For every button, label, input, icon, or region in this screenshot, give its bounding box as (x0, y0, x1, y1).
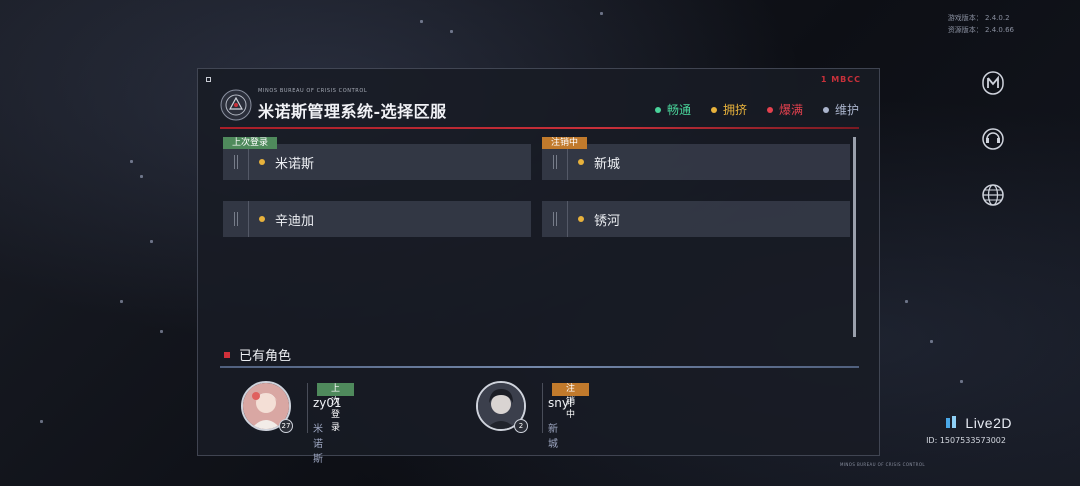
server-status-dot (578, 216, 584, 222)
legend-full: 爆满 (766, 101, 803, 118)
server-handle (223, 144, 249, 180)
page-title: 米诺斯管理系统-选择区服 (258, 102, 447, 121)
characters-section-title: 已有角色 (239, 349, 292, 364)
language-globe-icon[interactable] (978, 178, 1008, 212)
server-handle (542, 144, 568, 180)
last-login-badge: 上次登录 (223, 137, 278, 149)
announcement-icon[interactable] (978, 66, 1008, 100)
server-list-scrollbar[interactable] (853, 137, 856, 337)
resource-version-value: 2.4.0.66 (985, 26, 1014, 34)
character-server: 新城 (548, 424, 558, 450)
legend-smooth: 畅通 (654, 101, 691, 118)
live2d-label: Live2D (965, 415, 1012, 431)
character-divider (307, 383, 308, 433)
server-item-minos[interactable]: 上次登录 米诺斯 (223, 137, 531, 180)
panel-corner-mark (206, 77, 211, 82)
character-server: 米诺斯 (313, 424, 323, 465)
status-dot (710, 106, 717, 113)
legend-label: 拥挤 (722, 103, 747, 117)
status-legend: 畅通 拥挤 爆满 维护 (654, 101, 859, 118)
server-select-panel: 1 MBCC MINOS BUREAU OF CRISIS CONTROL 米诺… (197, 68, 925, 467)
side-toolbar (978, 66, 1008, 212)
server-name: 辛迪加 (275, 213, 315, 229)
server-item-syndicate[interactable]: 辛迪加 (223, 201, 531, 237)
game-version-label: 游戏版本： (947, 14, 983, 22)
character-name: snyl (548, 396, 573, 410)
game-version-value: 2.4.0.2 (985, 14, 1010, 22)
panel-corner-tag: 1 MBCC (820, 75, 861, 84)
character-level: 2 (514, 419, 528, 433)
mbcc-logo (220, 89, 252, 121)
character-name: zy01 (313, 396, 342, 410)
character-divider (542, 383, 543, 433)
deregistering-badge: 注销中 (552, 383, 590, 420)
server-handle (542, 201, 568, 237)
status-dot (766, 106, 773, 113)
legend-label: 维护 (834, 103, 859, 117)
panel-header: MINOS BUREAU OF CRISIS CONTROL 米诺斯管理系统-选… (220, 87, 859, 127)
section-marker (224, 351, 230, 358)
server-status-dot (259, 159, 265, 165)
server-item-rust-river[interactable]: 锈河 (542, 201, 850, 237)
customer-service-icon[interactable] (978, 122, 1008, 156)
server-name: 新城 (594, 156, 621, 172)
server-status-dot (578, 159, 584, 165)
legend-label: 畅通 (666, 103, 691, 117)
last-login-badge: 上次登录 (317, 383, 355, 433)
legend-maintenance: 维护 (822, 101, 859, 118)
legend-crowded: 拥挤 (710, 101, 747, 118)
user-id: ID: 1507533573002 (926, 436, 1006, 445)
legend-label: 爆满 (778, 103, 803, 117)
status-dot (822, 106, 829, 113)
panel-footer-text: MINOS BUREAU OF CRISIS CONTROL (839, 462, 925, 467)
server-item-new-city[interactable]: 注销中 新城 (542, 137, 850, 180)
characters-divider (220, 366, 859, 368)
bureau-name: MINOS BUREAU OF CRISIS CONTROL (258, 88, 368, 94)
character-level: 27 (279, 419, 293, 433)
server-status-dot (259, 216, 265, 222)
live2d-icon (946, 416, 957, 428)
server-name: 米诺斯 (275, 156, 315, 172)
header-divider (220, 127, 859, 129)
status-dot (654, 106, 661, 113)
live2d-branding: Live2D (945, 415, 1012, 431)
resource-version-label: 资源版本： (947, 26, 983, 34)
deregistering-badge: 注销中 (542, 137, 588, 149)
version-info: 游戏版本： 2.4.0.2 资源版本： 2.4.0.66 (948, 12, 1014, 36)
server-name: 锈河 (594, 213, 621, 229)
server-handle (223, 201, 249, 237)
characters-section-header: 已有角色 (224, 345, 291, 364)
